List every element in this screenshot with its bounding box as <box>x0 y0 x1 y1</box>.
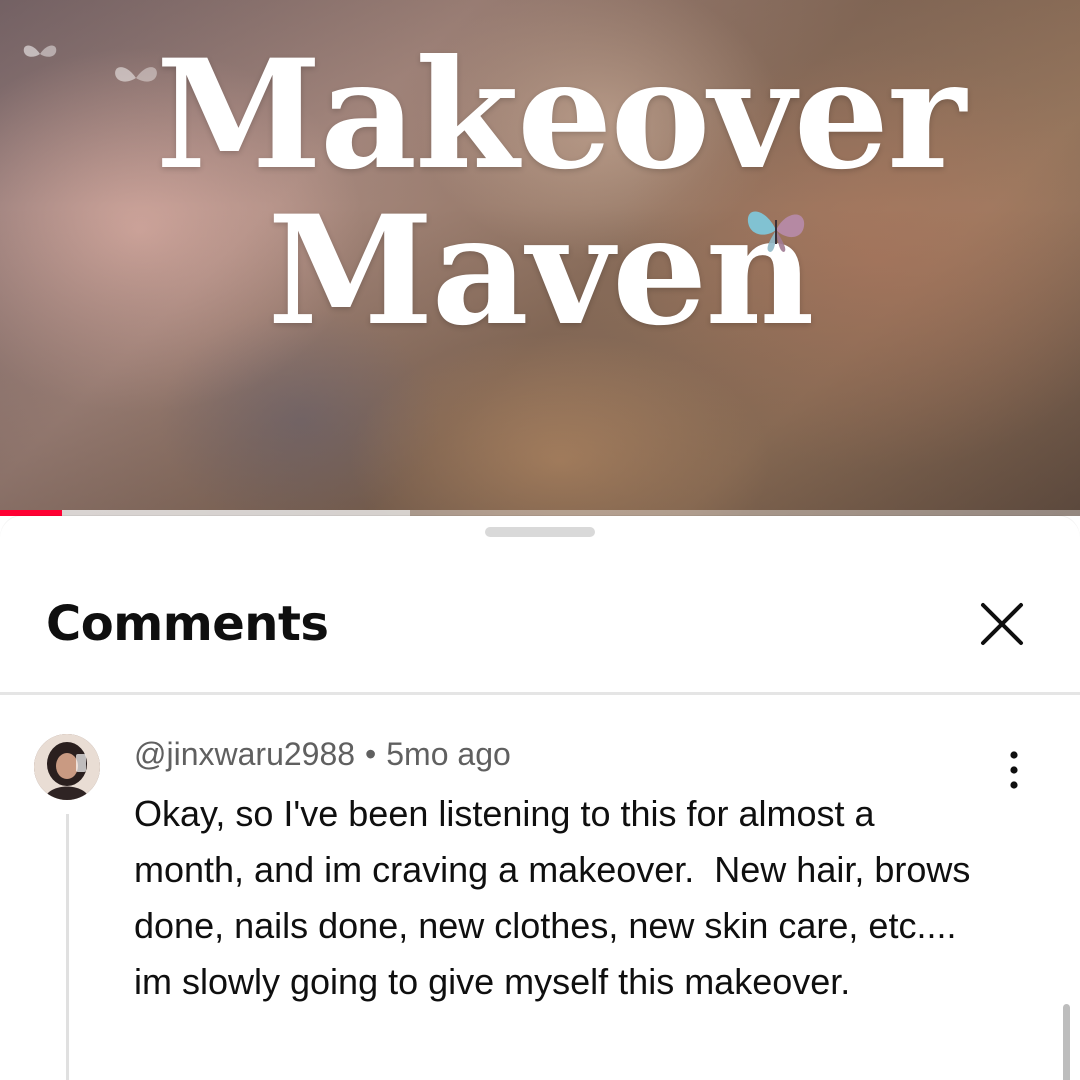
comments-title: Comments <box>46 596 329 652</box>
more-vert-icon[interactable] <box>994 748 1034 792</box>
video-title-line1: Makeover <box>155 27 966 203</box>
video-title-art: Makeover Maven <box>0 40 1080 346</box>
header-divider <box>0 692 1080 695</box>
drag-handle[interactable] <box>485 527 595 537</box>
blue-butterfly-icon <box>747 211 805 252</box>
comment-meta: @jinxwaru2988 • 5mo ago <box>134 736 511 773</box>
comment-time: 5mo ago <box>386 736 511 772</box>
video-player[interactable]: Makeover Maven <box>0 0 1080 516</box>
video-title-line2: Maven <box>267 183 815 359</box>
meta-separator: • <box>365 736 377 772</box>
scrollbar[interactable] <box>1063 1004 1070 1080</box>
comment-author[interactable]: @jinxwaru2988 <box>134 736 355 772</box>
avatar[interactable] <box>34 734 100 800</box>
youtube-comments-screen: Makeover Maven Comments @jinxwaru2988 • … <box>0 0 1080 1080</box>
thread-line <box>66 814 69 1080</box>
comment-text: Okay, so I've been listening to this for… <box>134 793 981 1002</box>
comments-panel: Comments @jinxwaru2988 • 5mo ago Okay, s… <box>0 516 1080 1080</box>
close-icon[interactable] <box>968 590 1036 658</box>
avatar-image <box>34 734 100 800</box>
